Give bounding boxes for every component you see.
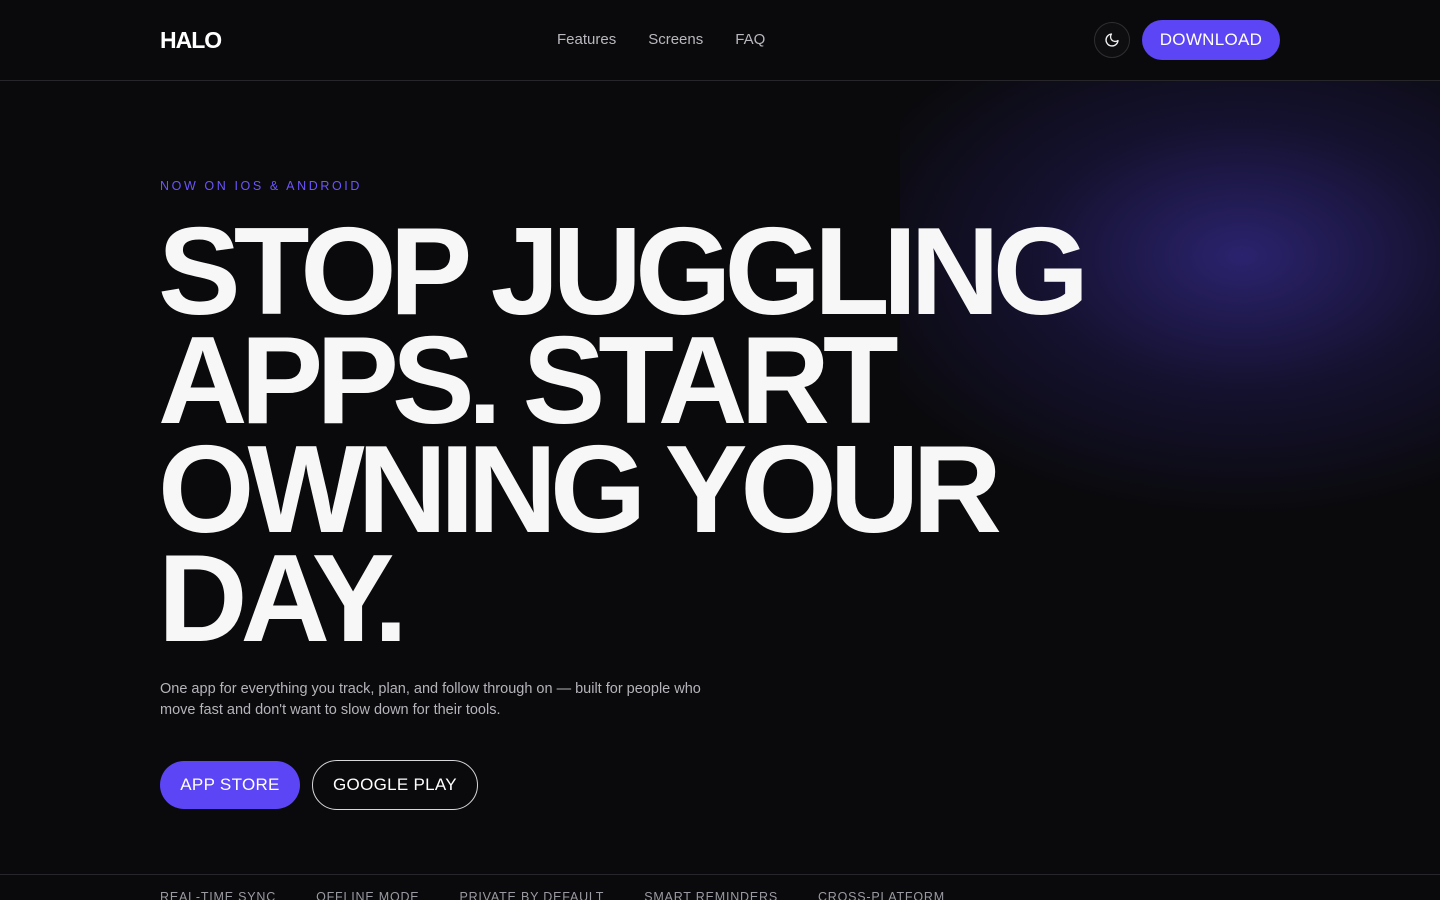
- nav-link-features[interactable]: Features: [557, 31, 616, 48]
- landing-page: HALO Features Screens FAQ DOWNLOAD NOW O…: [0, 0, 1440, 900]
- headline-line: OWNING YOUR: [158, 421, 1002, 559]
- headline-line: APPS. START: [158, 312, 899, 450]
- theme-toggle-button[interactable]: [1094, 22, 1130, 58]
- headline-line: DAY.: [158, 530, 408, 668]
- feature-item: REAL-TIME SYNC: [160, 890, 277, 900]
- feature-item: SMART REMINDERS: [644, 890, 778, 900]
- nav-link-faq[interactable]: FAQ: [735, 31, 765, 48]
- feature-item: OFFLINE MODE: [316, 890, 420, 900]
- download-button[interactable]: DOWNLOAD: [1142, 20, 1280, 60]
- feature-item: CROSS-PLATFORM: [817, 890, 945, 900]
- section-divider: [0, 874, 1440, 875]
- hero-eyebrow: NOW ON IOS & ANDROID: [160, 179, 363, 193]
- google-play-button[interactable]: GOOGLE PLAY: [312, 760, 478, 810]
- moon-icon: [1105, 33, 1119, 47]
- nav-link-screens[interactable]: Screens: [648, 31, 703, 48]
- features-strip: REAL-TIME SYNC OFFLINE MODE PRIVATE BY D…: [160, 890, 945, 900]
- headline-line: STOP JUGGLING: [158, 203, 1089, 341]
- feature-item: PRIVATE BY DEFAULT: [459, 890, 605, 900]
- main-nav: Features Screens FAQ: [557, 31, 765, 48]
- logo[interactable]: HALO: [160, 27, 222, 54]
- app-store-button[interactable]: APP STORE: [160, 761, 300, 809]
- hero-headline: STOP JUGGLING APPS. START OWNING YOUR DA…: [158, 203, 1158, 668]
- hero-subtitle: One app for everything you track, plan, …: [160, 681, 701, 718]
- site-header: HALO Features Screens FAQ DOWNLOAD: [0, 0, 1440, 81]
